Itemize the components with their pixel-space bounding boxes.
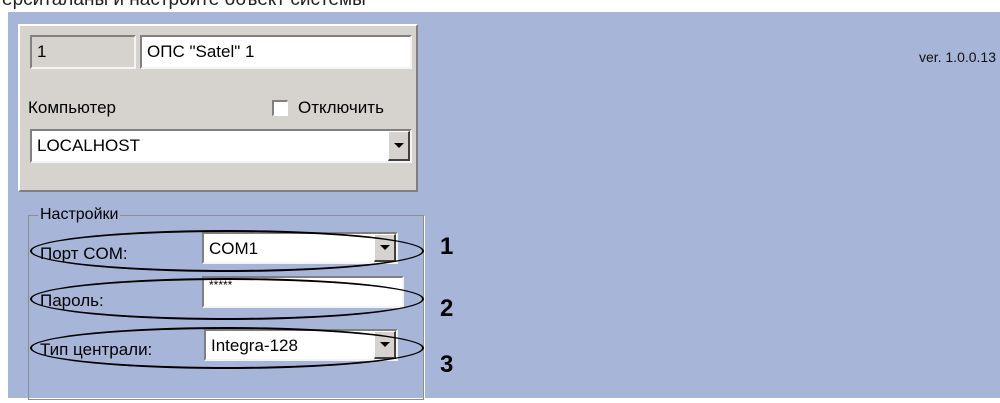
callout-number-1: 1 bbox=[440, 233, 454, 260]
callout-number-3: 3 bbox=[440, 351, 454, 378]
disable-checkbox-label[interactable]: Отключить bbox=[298, 98, 384, 118]
disable-checkbox[interactable] bbox=[272, 100, 288, 116]
callout-ellipse-password bbox=[30, 278, 424, 320]
object-id-field[interactable]: 1 bbox=[30, 35, 136, 69]
cropped-heading-text: ерситаланы и настройте объект системы bbox=[2, 0, 366, 11]
computer-select[interactable]: LOCALHOST bbox=[30, 129, 412, 163]
object-properties-box: 1 ОПС "Satel" 1 Компьютер Отключить LOCA… bbox=[18, 24, 418, 192]
computer-select-value: LOCALHOST bbox=[37, 136, 140, 155]
chevron-down-icon bbox=[393, 143, 404, 148]
object-name-field[interactable]: ОПС "Satel" 1 bbox=[140, 35, 412, 69]
callout-ellipse-port bbox=[30, 230, 424, 272]
callout-ellipse-panel-type bbox=[30, 327, 424, 369]
computer-select-dropdown-button[interactable] bbox=[388, 131, 410, 161]
callout-number-2: 2 bbox=[440, 295, 454, 322]
cropped-heading-strip: ерситаланы и настройте объект системы bbox=[0, 0, 1000, 12]
version-label: ver. 1.0.0.13 bbox=[918, 49, 996, 65]
settings-panel: 1 ОПС "Satel" 1 Компьютер Отключить LOCA… bbox=[8, 12, 1000, 400]
settings-group-label: Настройки bbox=[38, 206, 121, 224]
computer-label: Компьютер bbox=[28, 98, 116, 117]
